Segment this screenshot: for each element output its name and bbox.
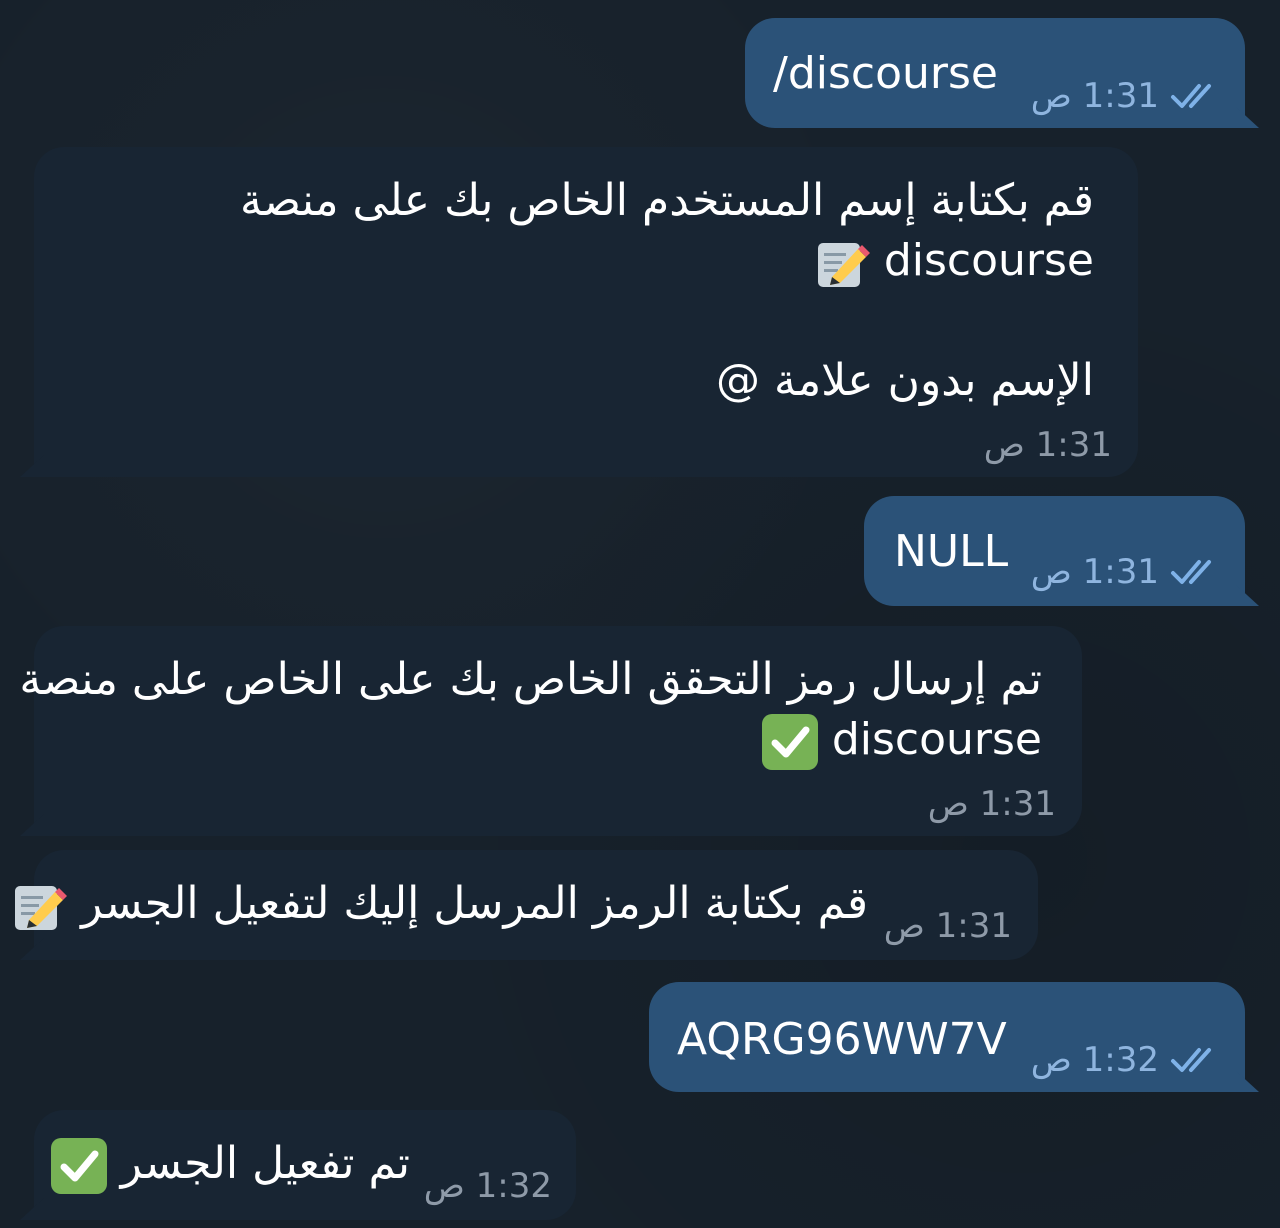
message-meta: 1:31 ص — [928, 784, 1056, 824]
message-meta: 1:31 ص — [884, 906, 1012, 946]
incoming-message-bridge-activated[interactable]: تم تفعيل الجسر 1:32 ص — [34, 1110, 576, 1220]
chat-messages-area[interactable]: /discourse 1:31 ص قم بكتابة إسم المستخدم… — [0, 0, 1280, 1228]
message-line-1: قم بكتابة إسم المستخدم الخاص بك على منصة — [239, 175, 1094, 226]
message-time: 1:31 ص — [1030, 76, 1159, 116]
message-line-1-text: قم بكتابة الرمز المرسل إليك لتفعيل الجسر — [81, 878, 868, 929]
double-check-icon — [1171, 1048, 1211, 1072]
incoming-message-username-prompt[interactable]: قم بكتابة إسم المستخدم الخاص بك على منصة… — [34, 147, 1138, 477]
message-text-block: تم إرسال رمز التحقق الخاص بك على الخاص ع… — [19, 650, 1042, 770]
message-text-block: قم بكتابة إسم المستخدم الخاص بك على منصة… — [114, 171, 1094, 411]
outgoing-message-username[interactable]: NULL 1:31 ص — [864, 496, 1245, 606]
message-line-1: تم تفعيل الجسر — [50, 1134, 410, 1194]
message-text-block: قم بكتابة الرمز المرسل إليك لتفعيل الجسر — [15, 874, 868, 934]
memo-pencil-icon — [15, 886, 68, 930]
message-meta: 1:31 ص — [984, 425, 1112, 465]
message-time: 1:32 ص — [1030, 1040, 1159, 1080]
message-line-2: discourse — [62, 710, 1042, 770]
message-text: /discourse — [773, 48, 998, 99]
green-check-icon — [50, 1138, 107, 1194]
green-check-icon — [761, 714, 818, 770]
incoming-message-code-sent[interactable]: تم إرسال رمز التحقق الخاص بك على الخاص ع… — [19, 626, 1082, 836]
message-line-1-text: تم تفعيل الجسر — [120, 1138, 410, 1189]
message-meta: 1:31 ص — [1031, 552, 1221, 592]
message-line-1: تم إرسال رمز التحقق الخاص بك على الخاص ع… — [19, 654, 1042, 705]
message-text-block: تم تفعيل الجسر — [50, 1134, 410, 1194]
message-line-2: discourse — [114, 231, 1094, 291]
message-time: 1:31 ص — [927, 784, 1056, 824]
double-check-icon — [1171, 84, 1211, 108]
message-meta: 1:32 ص — [1031, 1040, 1221, 1080]
message-line-2-text: discourse — [831, 714, 1042, 765]
message-meta: 1:31 ص — [1031, 76, 1221, 116]
message-text: NULL — [894, 526, 1009, 577]
message-line-3: الإسم بدون علامة @ — [716, 355, 1094, 406]
incoming-message-enter-code[interactable]: قم بكتابة الرمز المرسل إليك لتفعيل الجسر… — [15, 850, 1038, 960]
message-meta: 1:32 ص — [424, 1166, 552, 1206]
memo-pencil-icon — [817, 243, 870, 287]
message-time: 1:32 ص — [423, 1166, 552, 1206]
outgoing-message-command[interactable]: /discourse 1:31 ص — [745, 18, 1245, 128]
message-line-2-text: discourse — [883, 235, 1094, 286]
outgoing-message-code[interactable]: AQRG96WW7V 1:32 ص — [649, 982, 1245, 1092]
message-time: 1:31 ص — [883, 906, 1012, 946]
double-check-icon — [1171, 560, 1211, 584]
message-line-1: قم بكتابة الرمز المرسل إليك لتفعيل الجسر — [15, 874, 868, 934]
message-line-spacer — [114, 291, 1094, 351]
message-time: 1:31 ص — [1030, 552, 1159, 592]
message-time: 1:31 ص — [983, 425, 1112, 465]
message-text: AQRG96WW7V — [677, 1014, 1007, 1065]
